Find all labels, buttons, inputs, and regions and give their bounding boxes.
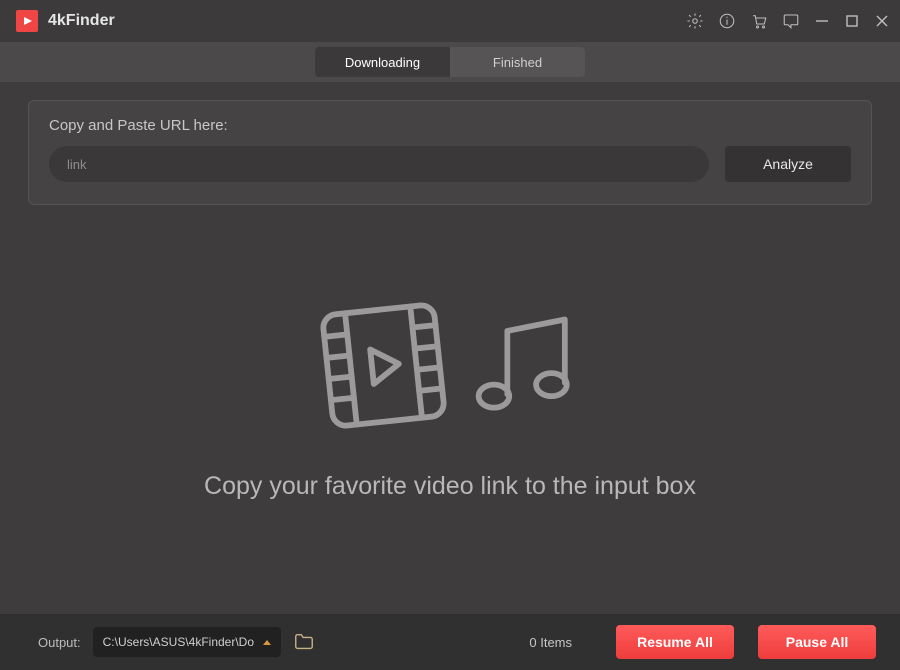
- titlebar-actions: [686, 12, 890, 30]
- info-icon[interactable]: [718, 12, 736, 30]
- url-row: link Analyze: [49, 146, 851, 182]
- tabs-bar: Downloading Finished: [0, 42, 900, 82]
- minimize-icon[interactable]: [814, 13, 830, 29]
- tab-downloading[interactable]: Downloading: [315, 47, 450, 77]
- url-input-text: link: [67, 157, 87, 172]
- app-logo: [16, 10, 38, 32]
- analyze-button[interactable]: Analyze: [725, 146, 851, 182]
- bottom-bar: Output: C:\Users\ASUS\4kFinder\Do 0 Item…: [0, 614, 900, 670]
- url-input[interactable]: link: [49, 146, 709, 182]
- url-label: Copy and Paste URL here:: [49, 117, 851, 134]
- film-icon: [316, 298, 451, 438]
- empty-art: [316, 298, 584, 438]
- output-label: Output:: [38, 635, 81, 650]
- music-icon: [469, 308, 584, 428]
- cart-icon[interactable]: [750, 12, 768, 30]
- empty-state: Copy your favorite video link to the inp…: [28, 205, 872, 614]
- url-panel: Copy and Paste URL here: link Analyze: [28, 100, 872, 205]
- chat-icon[interactable]: [782, 12, 800, 30]
- pause-all-button[interactable]: Pause All: [758, 625, 876, 659]
- app-title: 4kFinder: [48, 12, 115, 30]
- empty-message: Copy your favorite video link to the inp…: [204, 472, 696, 501]
- output-path-dropdown[interactable]: C:\Users\ASUS\4kFinder\Do: [93, 627, 281, 657]
- maximize-icon[interactable]: [844, 13, 860, 29]
- caret-up-icon: [263, 640, 271, 645]
- resume-all-button[interactable]: Resume All: [616, 625, 734, 659]
- close-icon[interactable]: [874, 13, 890, 29]
- tab-finished[interactable]: Finished: [450, 47, 585, 77]
- open-folder-button[interactable]: [293, 631, 315, 653]
- output-path-text: C:\Users\ASUS\4kFinder\Do: [103, 635, 257, 649]
- titlebar: 4kFinder: [0, 0, 900, 42]
- main-area: Copy and Paste URL here: link Analyze: [0, 82, 900, 614]
- gear-icon[interactable]: [686, 12, 704, 30]
- item-count: 0 Items: [529, 635, 572, 650]
- tabs: Downloading Finished: [315, 47, 585, 77]
